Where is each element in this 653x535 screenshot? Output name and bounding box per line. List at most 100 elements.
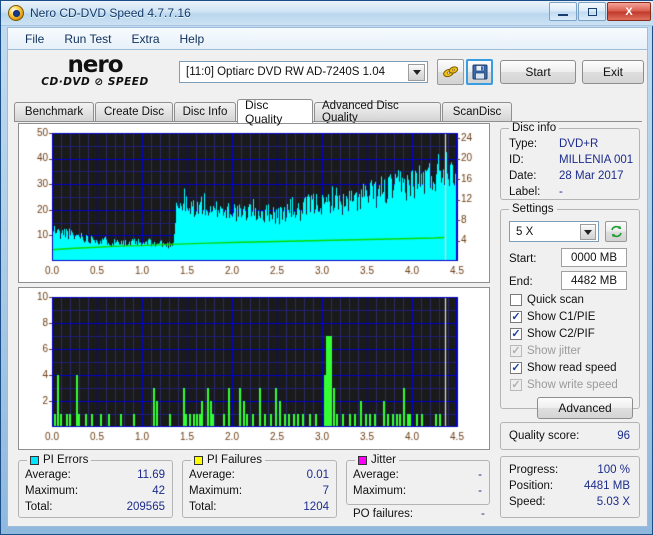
eject-disc-button[interactable] [437, 59, 464, 85]
jitter-maximum-value: - [478, 485, 482, 497]
disc-label-label: Label: [509, 186, 541, 198]
pi-errors-average-value: 11.69 [137, 469, 165, 481]
quality-score-label: Quality score: [509, 430, 580, 442]
jitter-maximum-label: Maximum: [353, 485, 407, 497]
menu-bar: File Run Test Extra Help [7, 27, 648, 50]
pi-errors-legend-swatch [30, 455, 39, 465]
progress-value: 100 % [597, 464, 630, 476]
app-disc-icon [8, 5, 24, 21]
checkbox-label: Show C1/PIE [527, 311, 596, 323]
position-label: Position: [509, 480, 554, 492]
checkbox-label: Show C2/PIF [527, 328, 595, 340]
progress-group: Progress: 100 % Position: 4481 MB Speed:… [500, 456, 640, 518]
menu-file[interactable]: File [16, 30, 53, 48]
pi-failures-stats-title: PI Failures [191, 454, 265, 466]
scan-end-field[interactable]: 4482 MB [561, 271, 627, 290]
start-button[interactable]: Start [500, 60, 576, 84]
tab-disc-info[interactable]: Disc Info [174, 102, 236, 121]
jitter-title-text: Jitter [371, 454, 396, 466]
pi-errors-total-label: Total: [25, 501, 53, 513]
scan-speed-value: 5 X [516, 225, 534, 238]
tab-create-disc[interactable]: Create Disc [95, 102, 173, 121]
checkbox-show-c1-pie[interactable]: Show C1/PIE [510, 311, 595, 323]
checkbox-box [510, 345, 522, 357]
pi-errors-canvas [19, 124, 489, 282]
chevron-down-icon[interactable] [580, 224, 596, 240]
position-value: 4481 MB [583, 480, 630, 492]
checkbox-box [510, 328, 522, 340]
maximize-button[interactable] [578, 2, 606, 21]
scan-start-field[interactable]: 0000 MB [561, 248, 627, 267]
window-controls: X [549, 2, 651, 21]
quality-score-value: 96 [617, 430, 630, 442]
advanced-button[interactable]: Advanced [537, 397, 633, 419]
floppy-save-icon [472, 64, 487, 80]
pi-errors-maximum-value: 42 [152, 485, 165, 497]
pi-failures-total-value: 1204 [303, 501, 329, 513]
pi-failures-maximum-value: 7 [322, 485, 329, 497]
scan-start-label: Start: [509, 253, 537, 265]
jitter-average-value: - [478, 469, 482, 481]
checkbox-show-read-speed[interactable]: Show read speed [510, 362, 617, 374]
drive-selector-value: [11:0] Optiarc DVD RW AD-7240S 1.04 [186, 66, 385, 78]
tab-advanced-disc-quality[interactable]: Advanced Disc Quality [314, 100, 441, 124]
checkbox-box [510, 294, 522, 306]
logo-product: CD·DVD ⊘ SPEED [41, 76, 149, 88]
nero-cd-dvd-speed-window: Nero CD-DVD Speed 4.7.7.16 X File Run Te… [0, 0, 653, 535]
close-button[interactable]: X [607, 2, 651, 21]
chevron-down-icon[interactable] [408, 64, 425, 81]
scan-end-label: End: [509, 276, 533, 288]
pi-errors-title-text: PI Errors [43, 454, 89, 466]
checkbox-show-c2-pif[interactable]: Show C2/PIF [510, 328, 595, 340]
speed-value: 5.03 X [596, 496, 630, 508]
pi-failures-legend-swatch [194, 455, 203, 465]
jitter-legend-swatch [358, 455, 367, 465]
exit-button[interactable]: Exit [582, 60, 644, 84]
po-failures-value: - [481, 508, 485, 520]
menu-help[interactable]: Help [171, 30, 214, 48]
checkbox-label: Show jitter [527, 345, 581, 357]
checkbox-box [510, 311, 522, 323]
window-title: Nero CD-DVD Speed 4.7.7.16 [30, 6, 191, 20]
disc-type-label: Type: [509, 138, 538, 150]
menu-run-test[interactable]: Run Test [55, 30, 120, 48]
disc-date-value: 28 Mar 2017 [559, 170, 624, 182]
checkbox-quick-scan[interactable]: Quick scan [510, 294, 584, 306]
speed-label: Speed: [509, 496, 546, 508]
pi-failures-average-label: Average: [189, 469, 235, 481]
tab-disc-quality[interactable]: Disc Quality [237, 98, 313, 126]
drive-selector[interactable]: [11:0] Optiarc DVD RW AD-7240S 1.04 [179, 61, 428, 83]
pi-failures-maximum-label: Maximum: [189, 485, 243, 497]
logo-brand: nero [67, 52, 123, 78]
checkbox-box [510, 379, 522, 391]
checkbox-label: Quick scan [527, 294, 584, 306]
tab-benchmark[interactable]: Benchmark [14, 102, 94, 121]
minimize-button[interactable] [549, 2, 577, 21]
progress-label: Progress: [509, 464, 559, 476]
checkbox-box [510, 362, 522, 374]
nero-logo: nero CD·DVD ⊘ SPEED [22, 54, 168, 92]
disc-type-value: DVD+R [559, 138, 599, 150]
client-area: nero CD·DVD ⊘ SPEED [11:0] Optiarc DVD R… [7, 49, 648, 527]
tab-scandisc[interactable]: ScanDisc [442, 102, 512, 121]
checkbox-label: Show write speed [527, 379, 618, 391]
menu-extra[interactable]: Extra [122, 30, 168, 48]
disc-id-value: MILLENIA 001 [559, 154, 634, 166]
disc-info-group: Disc info Type: DVD+R ID: MILLENIA 001 D… [500, 122, 640, 200]
pi-failures-chart [18, 287, 490, 450]
quality-score-group: Quality score: 96 [500, 422, 640, 450]
refresh-button[interactable] [605, 221, 627, 242]
save-results-button[interactable] [466, 59, 493, 85]
settings-title: Settings [509, 203, 557, 215]
pi-failures-title-text: PI Failures [207, 454, 262, 466]
pi-failures-stats-group: PI Failures Average: 0.01 Maximum: 7 Tot… [182, 454, 337, 518]
settings-group: Settings 5 X Start: 0000 MB End: 4482 MB… [500, 203, 640, 419]
pi-errors-total-value: 209565 [126, 501, 165, 513]
disc-label-value: - [559, 186, 563, 198]
eject-disc-icon [443, 65, 459, 77]
checkbox-label: Show read speed [527, 362, 617, 374]
pi-errors-average-label: Average: [25, 469, 71, 481]
scan-speed-select[interactable]: 5 X [509, 221, 599, 242]
checkbox-show-write-speed: Show write speed [510, 379, 618, 391]
pi-errors-stats-group: PI Errors Average: 11.69 Maximum: 42 Tot… [18, 454, 173, 518]
